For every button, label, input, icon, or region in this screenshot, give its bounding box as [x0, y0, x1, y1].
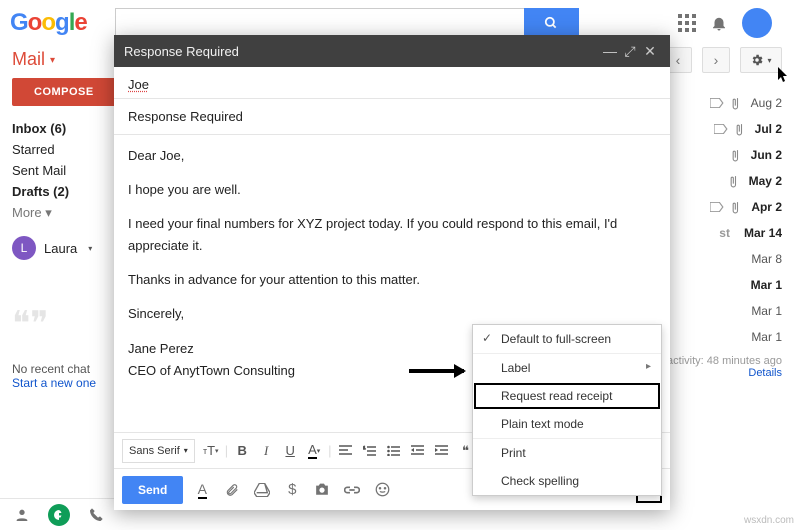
indent-icon — [435, 445, 448, 456]
google-logo: Google — [10, 9, 115, 37]
apps-icon[interactable] — [678, 14, 696, 32]
minimize-button[interactable]: — — [600, 43, 620, 59]
attachment-icon — [732, 149, 743, 162]
settings-gear-button[interactable]: ▾ — [740, 47, 782, 73]
money-button[interactable]: $ — [281, 479, 303, 501]
text-color-button[interactable]: A▾ — [302, 439, 326, 463]
photo-button[interactable] — [311, 479, 333, 501]
svg-text:1: 1 — [363, 445, 366, 450]
message-row[interactable]: Jun 2 — [682, 142, 782, 168]
hangouts-name: Laura — [44, 241, 77, 256]
menu-plaintext[interactable]: Plain text mode — [473, 410, 661, 438]
attach-button[interactable] — [221, 479, 243, 501]
tag-icon — [710, 98, 724, 108]
activity-info: activity: 48 minutes ago Details — [667, 355, 782, 379]
gear-icon — [750, 53, 764, 67]
tag-icon — [714, 124, 728, 134]
bullet-list-button[interactable] — [382, 439, 406, 463]
attachment-icon — [730, 175, 741, 188]
tag-icon — [710, 202, 724, 212]
start-chat-link[interactable]: Start a new one — [12, 376, 96, 390]
numbered-list-button[interactable]: 1 — [358, 439, 382, 463]
message-row[interactable]: stMar 14 — [682, 220, 782, 246]
activity-details-link[interactable]: Details — [748, 367, 782, 379]
mail-dropdown[interactable]: Mail ▾ — [0, 45, 130, 70]
chevron-down-icon: ▾ — [88, 244, 92, 253]
drive-button[interactable] — [251, 479, 273, 501]
outdent-icon — [411, 445, 424, 456]
close-button[interactable]: ✕ — [640, 43, 660, 60]
attachment-icon — [732, 201, 743, 214]
italic-button[interactable]: I — [254, 439, 278, 463]
attachment-icon — [732, 97, 743, 110]
hangouts-icon[interactable] — [48, 504, 70, 526]
format-toggle-button[interactable]: A — [191, 479, 213, 501]
message-row[interactable]: Apr 2 — [682, 194, 782, 220]
phone-icon[interactable] — [88, 507, 104, 523]
message-date-column: Aug 2 Jul 2 Jun 2 May 2 Apr 2 stMar 14 M… — [682, 90, 782, 350]
user-avatar[interactable] — [742, 8, 772, 38]
numlist-icon: 1 — [363, 445, 376, 456]
menu-spelling[interactable]: Check spelling — [473, 467, 661, 495]
search-button[interactable] — [524, 8, 579, 38]
person-icon[interactable] — [14, 507, 30, 523]
watermark: wsxdn.com — [744, 515, 794, 526]
to-field[interactable]: Joe — [114, 67, 670, 98]
message-row[interactable]: Mar 8 — [682, 246, 782, 272]
annotation-arrow — [409, 369, 464, 373]
message-row[interactable]: Jul 2 — [682, 116, 782, 142]
attachment-icon — [736, 123, 747, 136]
top-right-icons — [678, 8, 790, 38]
font-size-button[interactable]: тT▾ — [199, 439, 223, 463]
drive-icon — [254, 483, 270, 497]
emoji-button[interactable] — [371, 479, 393, 501]
outdent-button[interactable] — [406, 439, 430, 463]
send-button[interactable]: Send — [122, 476, 183, 504]
bold-button[interactable]: B — [230, 439, 254, 463]
message-row[interactable]: May 2 — [682, 168, 782, 194]
menu-label[interactable]: Label — [473, 354, 661, 382]
link-button[interactable] — [341, 479, 363, 501]
search-icon — [544, 16, 558, 30]
more-options-menu: Default to full-screen Label Request rea… — [472, 324, 662, 496]
menu-fullscreen[interactable]: Default to full-screen — [473, 325, 661, 353]
indent-button[interactable] — [430, 439, 454, 463]
compose-header[interactable]: Response Required — ⤢ ✕ — [114, 35, 670, 67]
message-row[interactable]: Mar 1 — [682, 272, 782, 298]
search-input[interactable] — [115, 8, 525, 38]
link-icon — [344, 485, 360, 495]
pager-next-button[interactable]: › — [702, 47, 730, 73]
hangouts-avatar: L — [12, 236, 36, 260]
align-button[interactable] — [334, 439, 358, 463]
camera-icon — [314, 483, 330, 496]
paperclip-icon — [225, 482, 239, 498]
menu-print[interactable]: Print — [473, 439, 661, 467]
cursor-icon — [778, 67, 790, 83]
search-box — [115, 8, 678, 38]
emoji-icon — [375, 482, 390, 497]
compose-title: Response Required — [124, 44, 239, 59]
message-row[interactable]: Mar 1 — [682, 324, 782, 350]
align-icon — [339, 445, 352, 456]
subject-field[interactable]: Response Required — [114, 99, 670, 134]
bullist-icon — [387, 445, 400, 456]
notifications-icon[interactable] — [710, 14, 728, 32]
expand-button[interactable]: ⤢ — [620, 43, 640, 60]
font-select[interactable]: Sans Serif▾ — [122, 439, 195, 463]
compose-button[interactable]: COMPOSE — [12, 78, 116, 106]
menu-read-receipt[interactable]: Request read receipt — [473, 382, 661, 410]
message-row[interactable]: Mar 1 — [682, 298, 782, 324]
message-row[interactable]: Aug 2 — [682, 90, 782, 116]
underline-button[interactable]: U — [278, 439, 302, 463]
